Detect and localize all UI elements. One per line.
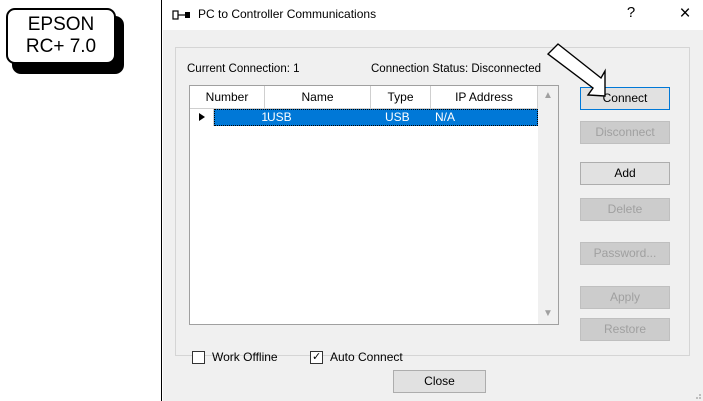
connection-status-label: Connection Status: Disconnected bbox=[371, 63, 542, 75]
disconnect-button[interactable]: Disconnect bbox=[580, 121, 670, 144]
table-row[interactable]: 1 USB USB N/A bbox=[190, 109, 538, 126]
connections-grid[interactable]: Number Name Type IP Address 1 USB USB N/… bbox=[189, 85, 559, 325]
product-badge: EPSON RC+ 7.0 bbox=[6, 8, 124, 74]
badge-line-1: EPSON bbox=[27, 14, 95, 35]
auto-connect-label[interactable]: Auto Connect bbox=[330, 350, 403, 364]
help-button[interactable]: ? bbox=[622, 4, 640, 24]
current-connection-label: Current Connection: 1 bbox=[187, 63, 300, 75]
row-marker bbox=[190, 109, 214, 126]
badge-face: EPSON RC+ 7.0 bbox=[6, 8, 116, 64]
vertical-scrollbar[interactable]: ▲ ▼ bbox=[538, 86, 558, 324]
password-button[interactable]: Password... bbox=[580, 242, 670, 265]
column-header-type[interactable]: Type bbox=[371, 86, 431, 108]
cell-name: USB bbox=[267, 110, 292, 124]
window-title: PC to Controller Communications bbox=[198, 7, 377, 21]
auto-connect-box[interactable]: ✓ bbox=[310, 351, 323, 364]
communications-dialog: PC to Controller Communications ? × Curr… bbox=[161, 0, 703, 401]
add-button[interactable]: Add bbox=[580, 162, 670, 185]
cell-ip-address: N/A bbox=[435, 110, 456, 124]
selected-row-highlight: 1 USB USB N/A bbox=[214, 109, 538, 126]
pointer-arrow-icon bbox=[546, 43, 606, 97]
cell-number: 1 bbox=[261, 110, 268, 124]
close-window-button[interactable]: × bbox=[674, 2, 696, 26]
close-button[interactable]: Close bbox=[393, 370, 486, 393]
column-header-ip-address[interactable]: IP Address bbox=[431, 86, 538, 108]
column-header-name[interactable]: Name bbox=[265, 86, 371, 108]
restore-button[interactable]: Restore bbox=[580, 318, 670, 341]
connector-icon bbox=[172, 10, 190, 20]
delete-button[interactable]: Delete bbox=[580, 198, 670, 221]
apply-button[interactable]: Apply bbox=[580, 286, 670, 309]
current-row-arrow-icon bbox=[199, 113, 205, 121]
work-offline-box[interactable] bbox=[192, 351, 205, 364]
scroll-down-icon[interactable]: ▼ bbox=[538, 304, 558, 324]
resize-grip-icon[interactable] bbox=[692, 390, 702, 400]
badge-line-2: RC+ 7.0 bbox=[25, 36, 97, 57]
column-header-number[interactable]: Number bbox=[190, 86, 265, 108]
work-offline-label[interactable]: Work Offline bbox=[212, 350, 278, 364]
title-bar[interactable]: PC to Controller Communications ? × bbox=[162, 0, 703, 30]
checkmark-icon: ✓ bbox=[312, 351, 322, 363]
cell-type: USB bbox=[385, 110, 410, 124]
dialog-client-area: Current Connection: 1 Connection Status:… bbox=[163, 30, 703, 401]
